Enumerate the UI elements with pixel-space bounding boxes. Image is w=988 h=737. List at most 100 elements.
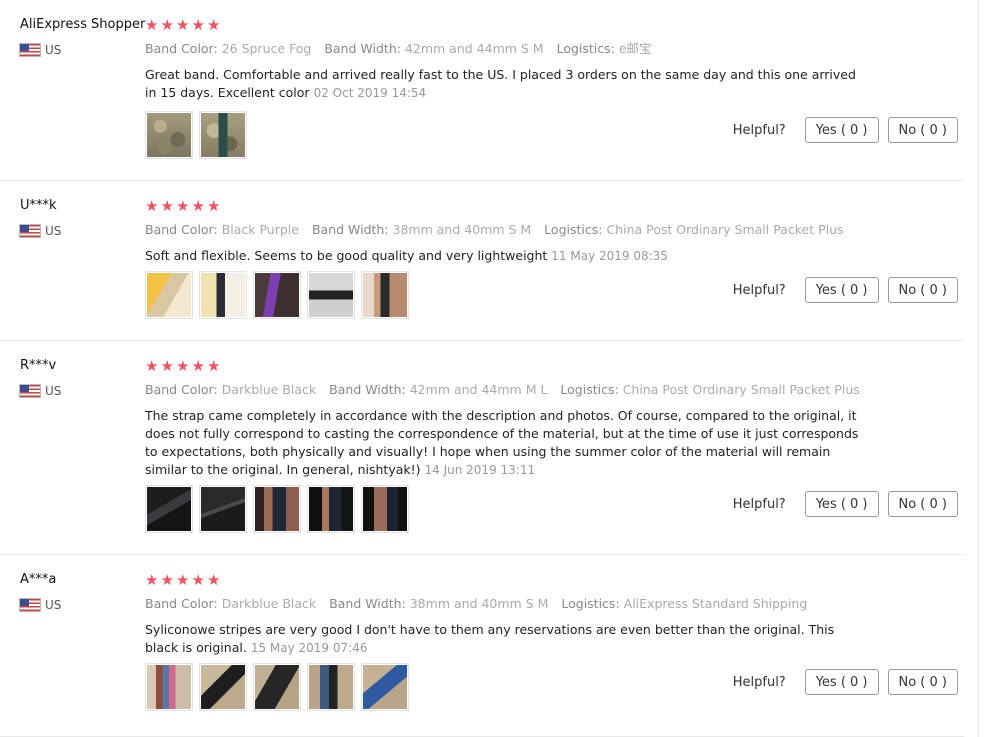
- review-photos: [145, 663, 415, 711]
- helpful-label: Helpful?: [732, 282, 786, 298]
- band-width-label: Band Width:: [329, 382, 406, 397]
- review-photo[interactable]: [145, 485, 193, 533]
- helpful-label: Helpful?: [732, 674, 786, 690]
- helpful-yes-button[interactable]: Yes ( 0 ): [804, 117, 879, 143]
- logistics-value: China Post Ordinary Small Packet Plus: [622, 382, 860, 397]
- reviewer-info: U***k US: [19, 198, 140, 238]
- order-attributes: Band Color: 26 Spruce Fog Band Width: 42…: [145, 41, 865, 57]
- right-border: [978, 0, 979, 737]
- band-color-label: Band Color:: [145, 382, 218, 397]
- star-icon: ★: [160, 16, 174, 34]
- band-color-label: Band Color:: [145, 222, 218, 237]
- review-photo[interactable]: [145, 663, 193, 711]
- helpful-yes-button[interactable]: Yes ( 0 ): [804, 277, 879, 303]
- review-item: A***a US ★ ★ ★ ★ ★ Band Color: Darkblue Blac…: [0, 555, 964, 737]
- reviewer-country: US: [19, 598, 140, 612]
- review-item: AliExpress Shopper US ★ ★ ★ ★ ★ Band Color: …: [0, 0, 964, 181]
- band-color-value: Black Purple: [221, 222, 299, 237]
- helpful-label: Helpful?: [732, 496, 786, 512]
- star-icon: ★: [191, 16, 205, 34]
- helpful-votes: Helpful? Yes ( 0 ) No ( 0 ): [733, 491, 958, 517]
- star-icon: ★: [160, 197, 174, 215]
- band-color-label: Band Color:: [145, 41, 218, 56]
- review-text-block: Great band. Comfortable and arrived real…: [145, 66, 863, 102]
- review-photo[interactable]: [145, 271, 193, 319]
- review-photo[interactable]: [253, 663, 301, 711]
- star-rating: ★ ★ ★ ★ ★: [145, 572, 865, 588]
- review-photo[interactable]: [307, 485, 355, 533]
- us-flag-icon: [19, 384, 41, 398]
- band-width-value: 38mm and 40mm S M: [392, 222, 532, 237]
- helpful-no-button[interactable]: No ( 0 ): [887, 277, 958, 303]
- review-text: Soft and flexible. Seems to be good qual…: [145, 248, 548, 263]
- helpful-no-button[interactable]: No ( 0 ): [887, 117, 958, 143]
- review-item: U***k US ★ ★ ★ ★ ★ Band Color: Black Purple …: [0, 181, 964, 341]
- order-attributes: Band Color: Darkblue Black Band Width: 3…: [145, 596, 865, 612]
- review-photo[interactable]: [361, 485, 409, 533]
- helpful-votes: Helpful? Yes ( 0 ) No ( 0 ): [733, 277, 958, 303]
- review-photo[interactable]: [253, 271, 301, 319]
- band-color-value: Darkblue Black: [221, 596, 317, 611]
- star-icon: ★: [207, 16, 221, 34]
- band-width-label: Band Width:: [329, 596, 406, 611]
- star-icon: ★: [145, 16, 159, 34]
- review-photo[interactable]: [253, 485, 301, 533]
- star-icon: ★: [176, 357, 190, 375]
- reviewer-info: AliExpress Shopper US: [19, 17, 146, 57]
- band-color-value: Darkblue Black: [221, 382, 317, 397]
- band-width-label: Band Width:: [324, 41, 401, 56]
- star-icon: ★: [191, 197, 205, 215]
- reviewer-name: AliExpress Shopper: [20, 17, 146, 32]
- logistics-label: Logistics:: [544, 222, 603, 237]
- helpful-no-button[interactable]: No ( 0 ): [887, 669, 958, 695]
- review-text: Syliconowe stripes are very good I don't…: [145, 622, 835, 655]
- star-icon: ★: [145, 197, 159, 215]
- us-flag-icon: [19, 598, 41, 612]
- star-icon: ★: [207, 197, 221, 215]
- review-photo[interactable]: [361, 271, 409, 319]
- helpful-yes-button[interactable]: Yes ( 0 ): [804, 491, 879, 517]
- review-text: Great band. Comfortable and arrived real…: [145, 67, 856, 100]
- helpful-no-button[interactable]: No ( 0 ): [887, 491, 958, 517]
- review-photo[interactable]: [199, 663, 247, 711]
- reviews-page: AliExpress Shopper US ★ ★ ★ ★ ★ Band Color: …: [0, 0, 988, 737]
- helpful-yes-button[interactable]: Yes ( 0 ): [804, 669, 879, 695]
- review-text-block: Soft and flexible. Seems to be good qual…: [145, 247, 863, 265]
- review-text-block: Syliconowe stripes are very good I don't…: [145, 621, 863, 657]
- logistics-value: e邮宝: [618, 41, 652, 56]
- star-icon: ★: [191, 357, 205, 375]
- review-text-block: The strap came completely in accordance …: [145, 407, 863, 479]
- us-flag-icon: [19, 43, 41, 57]
- review-content: ★ ★ ★ ★ ★ Band Color: 26 Spruce Fog Band Wid…: [145, 17, 865, 102]
- review-date: 02 Oct 2019 14:54: [313, 86, 427, 100]
- review-photo[interactable]: [199, 111, 247, 159]
- logistics-value: AliExpress Standard Shipping: [623, 596, 808, 611]
- star-rating: ★ ★ ★ ★ ★: [145, 17, 865, 33]
- helpful-votes: Helpful? Yes ( 0 ) No ( 0 ): [733, 669, 958, 695]
- review-date: 11 May 2019 08:35: [551, 249, 668, 263]
- band-width-value: 42mm and 44mm S M: [404, 41, 544, 56]
- logistics-value: China Post Ordinary Small Packet Plus: [606, 222, 844, 237]
- band-width-value: 42mm and 44mm M L: [409, 382, 548, 397]
- reviewer-country: US: [19, 384, 140, 398]
- review-photos: [145, 111, 253, 159]
- star-icon: ★: [160, 357, 174, 375]
- reviewer-country: US: [19, 224, 140, 238]
- review-photos: [145, 485, 415, 533]
- logistics-label: Logistics:: [560, 382, 619, 397]
- star-icon: ★: [176, 16, 190, 34]
- review-photo[interactable]: [361, 663, 409, 711]
- review-photo[interactable]: [307, 663, 355, 711]
- review-photo[interactable]: [145, 111, 193, 159]
- star-icon: ★: [176, 571, 190, 589]
- band-width-label: Band Width:: [311, 222, 389, 237]
- review-photo[interactable]: [199, 485, 247, 533]
- star-icon: ★: [145, 357, 159, 375]
- review-photo[interactable]: [307, 271, 355, 319]
- review-content: ★ ★ ★ ★ ★ Band Color: Darkblue Black Band Wi…: [145, 358, 865, 479]
- review-photo[interactable]: [199, 271, 247, 319]
- star-icon: ★: [207, 357, 221, 375]
- star-icon: ★: [207, 571, 221, 589]
- review-date: 14 Jun 2019 13:11: [424, 463, 536, 477]
- review-content: ★ ★ ★ ★ ★ Band Color: Darkblue Black Band Wi…: [145, 572, 865, 657]
